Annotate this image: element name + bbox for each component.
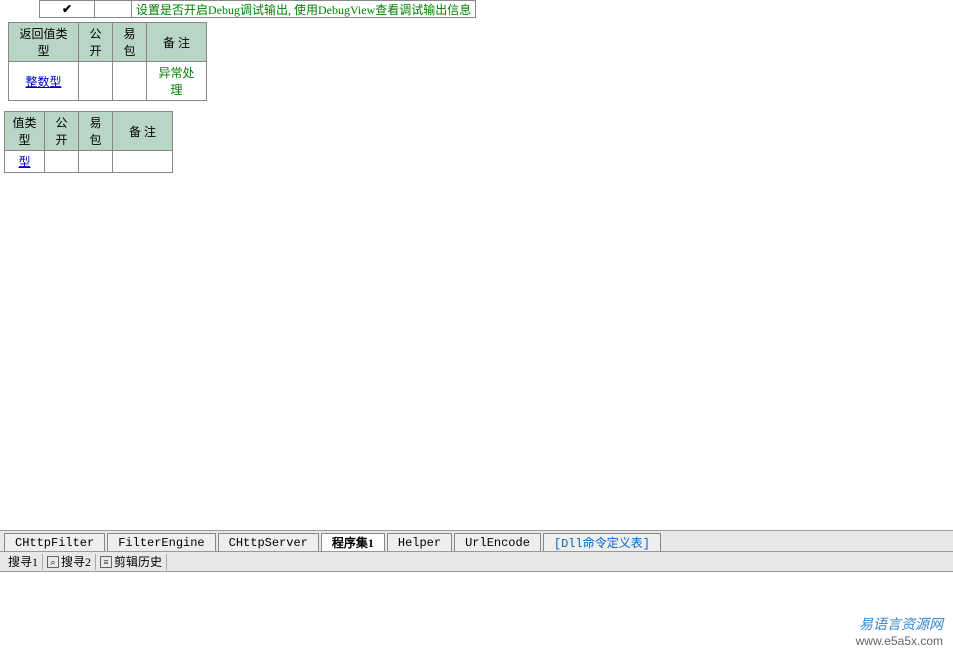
table-row[interactable]: 型 — [5, 151, 173, 173]
cell-public[interactable] — [45, 151, 79, 173]
note-text: 异常处理 — [158, 66, 194, 97]
table-row[interactable]: 整数型 异常处理 — [9, 62, 207, 101]
col-public: 公开 — [45, 112, 79, 151]
search-2[interactable]: ⌕ 搜寻2 — [43, 554, 96, 570]
col-package: 易包 — [113, 23, 147, 62]
cell-package[interactable] — [113, 62, 147, 101]
watermark: 易语言资源网 www.e5a5x.com — [856, 614, 943, 648]
col-note: 备 注 — [147, 23, 207, 62]
watermark-url: www.e5a5x.com — [856, 634, 943, 648]
clip-history[interactable]: ≡ 剪辑历史 — [96, 554, 167, 570]
clip-label: 剪辑历史 — [114, 553, 162, 570]
cell-note[interactable]: 异常处理 — [147, 62, 207, 101]
table-header-row: 返回值类型 公开 易包 备 注 — [9, 23, 207, 62]
clipboard-icon: ≡ — [100, 556, 112, 568]
table-header-row: 值类型 公开 易包 备 注 — [5, 112, 173, 151]
check-cell: ✔ — [39, 0, 95, 18]
col-note: 备 注 — [113, 112, 173, 151]
search-bar: 搜寻1 ⌕ 搜寻2 ≡ 剪辑历史 — [0, 552, 953, 572]
col-public: 公开 — [79, 23, 113, 62]
cell-type[interactable]: 型 — [5, 151, 45, 173]
tab-dll-definitions[interactable]: [Dll命令定义表] — [543, 533, 661, 551]
search-label: 搜寻2 — [61, 553, 91, 570]
search-label: 搜寻1 — [8, 553, 38, 570]
cell-type[interactable]: 整数型 — [9, 62, 79, 101]
cell-package[interactable] — [79, 151, 113, 173]
check-icon: ✔ — [62, 2, 72, 17]
tab-chttpserver[interactable]: CHttpServer — [218, 533, 319, 551]
type-link[interactable]: 型 — [18, 155, 30, 169]
empty-cell — [94, 0, 132, 18]
tab-chttpfilter[interactable]: CHttpFilter — [4, 533, 105, 551]
tab-helper[interactable]: Helper — [387, 533, 452, 551]
return-type-table: 返回值类型 公开 易包 备 注 整数型 异常处理 — [8, 22, 207, 101]
search-icon: ⌕ — [47, 556, 59, 568]
tab-program-set-1[interactable]: 程序集1 — [321, 533, 385, 551]
search-1[interactable]: 搜寻1 — [4, 554, 43, 570]
tabs-bar: CHttpFilter FilterEngine CHttpServer 程序集… — [0, 530, 953, 552]
type-link[interactable]: 整数型 — [25, 75, 61, 89]
description-row: ✔ 设置是否开启Debug调试输出, 使用DebugView查看调试输出信息 — [4, 0, 953, 18]
tab-urlencode[interactable]: UrlEncode — [454, 533, 541, 551]
description-text: 设置是否开启Debug调试输出, 使用DebugView查看调试输出信息 — [131, 0, 476, 18]
cell-public[interactable] — [79, 62, 113, 101]
tab-filterengine[interactable]: FilterEngine — [107, 533, 215, 551]
watermark-title: 易语言资源网 — [856, 614, 943, 634]
value-type-table: 值类型 公开 易包 备 注 型 — [4, 111, 173, 173]
col-value-type: 值类型 — [5, 112, 45, 151]
col-package: 易包 — [79, 112, 113, 151]
col-return-type: 返回值类型 — [9, 23, 79, 62]
cell-note[interactable] — [113, 151, 173, 173]
